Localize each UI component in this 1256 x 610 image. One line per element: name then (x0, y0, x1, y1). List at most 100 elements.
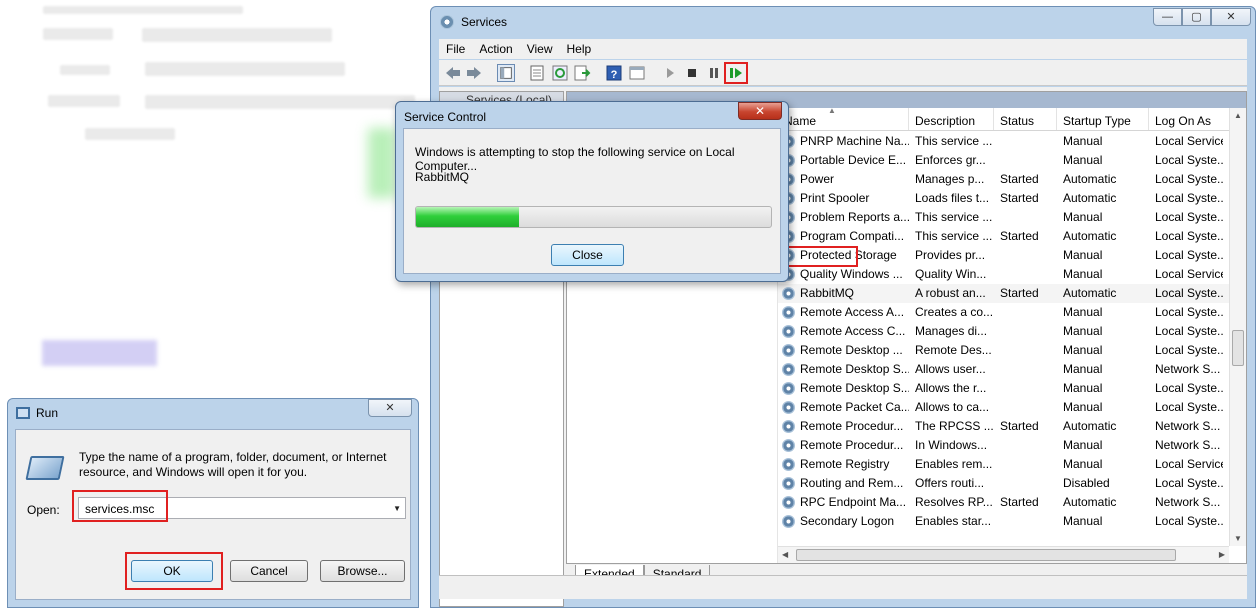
sort-ascending-icon: ▲ (828, 106, 836, 115)
column-log-on-as[interactable]: Log On As (1149, 108, 1223, 130)
column-description[interactable]: Description (909, 108, 994, 130)
column-status[interactable]: Status (994, 108, 1057, 130)
service-row[interactable]: Remote Packet Ca... Allows to ca... Manual… (778, 398, 1246, 417)
service-name-cell: Remote Desktop ... (778, 341, 909, 360)
back-icon[interactable] (444, 64, 462, 82)
help-icon[interactable]: ? (605, 64, 623, 82)
service-status-cell (994, 322, 1057, 341)
service-name-cell: RPC Endpoint Ma... (778, 493, 909, 512)
service-startup-cell: Manual (1063, 134, 1103, 148)
background-blur (85, 128, 175, 140)
browse-button[interactable]: Browse... (320, 560, 405, 582)
run-small-icon (16, 407, 30, 419)
service-name-cell: Print Spooler (778, 189, 909, 208)
menu-action[interactable]: Action (472, 39, 519, 59)
scroll-right-icon[interactable]: ▶ (1219, 550, 1225, 559)
service-logon-cell: Local Syste... (1155, 229, 1223, 243)
vertical-scrollbar[interactable]: ▲ ▼ (1229, 108, 1246, 546)
column-name[interactable]: ▲ Name (778, 106, 909, 130)
refresh-icon[interactable] (551, 64, 569, 82)
service-name-cell: Remote Desktop S... (778, 360, 909, 379)
service-status-cell: Started (1000, 191, 1039, 205)
menu-file[interactable]: File (439, 39, 472, 59)
cancel-button[interactable]: Cancel (230, 560, 308, 582)
menu-bar: File Action View Help (439, 39, 1247, 59)
minimize-button[interactable]: — (1153, 8, 1182, 26)
service-description-cell: In Windows... (915, 438, 988, 452)
service-name-cell: Remote Desktop S... (778, 379, 909, 398)
run-close-x[interactable]: ✕ (368, 399, 412, 417)
service-logon-cell: Local Service (1155, 457, 1223, 471)
start-icon[interactable] (661, 64, 679, 82)
service-row[interactable]: Routing and Rem... Offers routi... Disable… (778, 474, 1246, 493)
restart-icon[interactable] (727, 64, 745, 82)
service-status-cell (994, 379, 1057, 398)
service-gear-icon (782, 344, 795, 357)
service-row[interactable]: RabbitMQ A robust an... Started Automatic Lo… (778, 284, 1246, 303)
service-startup-cell: Manual (1063, 400, 1103, 414)
service-row[interactable]: Remote Desktop ... Remote Des... Manual Loc… (778, 341, 1246, 360)
scroll-left-icon[interactable]: ◀ (782, 550, 788, 559)
service-logon-cell: Local Syste... (1155, 400, 1223, 414)
service-status-cell (994, 341, 1057, 360)
service-row[interactable]: RPC Endpoint Ma... Resolves RP... Started A… (778, 493, 1246, 512)
services-titlebar[interactable]: Services — ▢ ✕ (431, 7, 1255, 37)
service-startup-cell: Automatic (1063, 172, 1117, 186)
service-logon-cell: Local Service (1155, 267, 1223, 281)
export-icon[interactable] (573, 64, 591, 82)
service-description-cell: Remote Des... (915, 343, 992, 357)
service-row[interactable]: Power Manages p... Started Automatic Local S… (778, 170, 1246, 189)
service-gear-icon (782, 439, 795, 452)
column-startup-type[interactable]: Startup Type (1057, 108, 1149, 130)
service-row[interactable]: Print Spooler Loads files t... Started Auto… (778, 189, 1246, 208)
service-logon-cell: Network S... (1155, 419, 1221, 433)
service-startup-cell: Manual (1063, 324, 1103, 338)
menu-view[interactable]: View (520, 39, 560, 59)
service-name-cell: Routing and Rem... (778, 474, 909, 493)
service-description-cell: Loads files t... (915, 191, 990, 205)
service-row[interactable]: Secondary Logon Enables star... Manual Loca… (778, 512, 1246, 531)
service-status-cell: Started (1000, 286, 1039, 300)
service-control-close-x[interactable]: ✕ (738, 102, 782, 120)
view-icon[interactable] (628, 64, 646, 82)
service-description-cell: Quality Win... (915, 267, 987, 281)
service-row[interactable]: Remote Access A... Creates a co... Manual L… (778, 303, 1246, 322)
scroll-down-icon[interactable]: ▼ (1234, 534, 1242, 543)
background-blur (43, 6, 243, 14)
horizontal-scroll-thumb[interactable] (796, 549, 1176, 561)
service-row[interactable]: Program Compati... This service ... Starte… (778, 227, 1246, 246)
service-row[interactable]: Quality Windows ... Quality Win... Manual L… (778, 265, 1246, 284)
service-row[interactable]: Remote Procedur... The RPCSS ... Started Au… (778, 417, 1246, 436)
vertical-scroll-thumb[interactable] (1232, 330, 1244, 366)
service-startup-cell: Manual (1063, 153, 1103, 167)
horizontal-scrollbar[interactable]: ◀ ▶ (778, 546, 1229, 563)
maximize-button[interactable]: ▢ (1182, 8, 1211, 26)
service-startup-cell: Manual (1063, 362, 1103, 376)
service-row[interactable]: Problem Reports a... This service ... Manu… (778, 208, 1246, 227)
stop-icon[interactable] (683, 64, 701, 82)
service-name-cell: Remote Packet Ca... (778, 398, 909, 417)
service-row[interactable]: PNRP Machine Na... This service ... Manual… (778, 132, 1246, 151)
background-blur (60, 65, 110, 75)
scroll-up-icon[interactable]: ▲ (1234, 111, 1242, 120)
service-row[interactable]: Remote Desktop S... Allows user... Manual N… (778, 360, 1246, 379)
services-list: ▲ Name Description Status Startup Type Lo… (776, 106, 1246, 563)
service-row[interactable]: Remote Access C... Manages di... Manual Loc… (778, 322, 1246, 341)
service-row[interactable]: Remote Desktop S... Allows the r... Manual… (778, 379, 1246, 398)
service-control-body: Windows is attempting to stop the follow… (403, 128, 781, 274)
close-dialog-button[interactable]: Close (551, 244, 624, 266)
close-button[interactable]: ✕ (1211, 8, 1251, 26)
service-startup-cell: Manual (1063, 210, 1103, 224)
service-row[interactable]: Remote Registry Enables rem... Manual Local… (778, 455, 1246, 474)
service-description-cell: Resolves RP... (915, 495, 993, 509)
service-description-cell: Allows to ca... (915, 400, 990, 414)
pause-icon[interactable] (705, 64, 723, 82)
forward-icon[interactable] (465, 64, 483, 82)
show-tree-icon[interactable] (497, 64, 515, 82)
chevron-down-icon[interactable]: ▼ (393, 504, 401, 513)
service-row[interactable]: Portable Device E... Enforces gr... Manual… (778, 151, 1246, 170)
service-row[interactable]: Remote Procedur... In Windows... Manual Net… (778, 436, 1246, 455)
menu-help[interactable]: Help (560, 39, 599, 59)
properties-icon[interactable] (528, 64, 546, 82)
service-description-cell: Manages p... (915, 172, 985, 186)
